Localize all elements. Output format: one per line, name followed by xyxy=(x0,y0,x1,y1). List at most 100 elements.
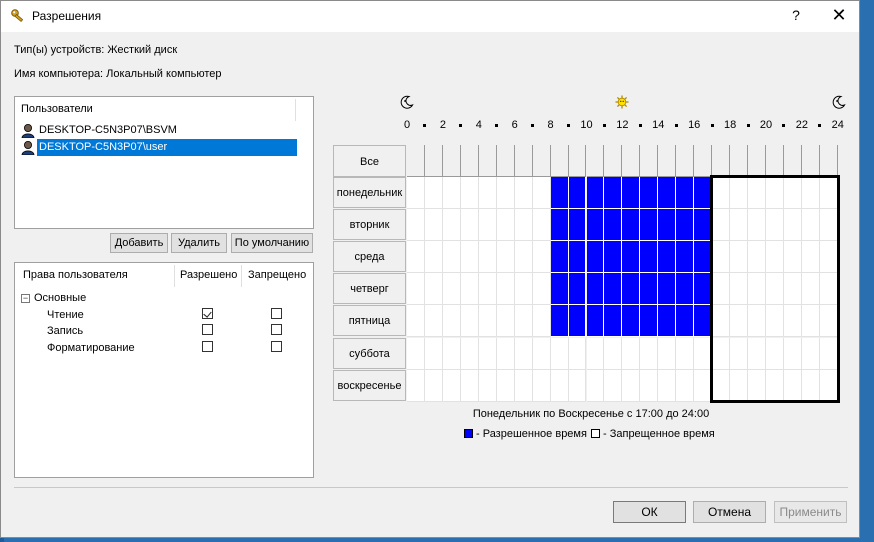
collapse-icon[interactable]: − xyxy=(21,294,30,303)
ok-button[interactable]: ОК xyxy=(613,501,686,523)
hour-cell[interactable] xyxy=(460,337,479,370)
hour-cell[interactable] xyxy=(640,337,659,370)
hour-cell[interactable] xyxy=(676,369,695,402)
hour-column-button[interactable] xyxy=(819,145,838,177)
allowed-hour-cell[interactable] xyxy=(640,273,659,306)
hour-cell[interactable] xyxy=(514,209,533,242)
hour-column-button[interactable] xyxy=(730,145,749,177)
allowed-hour-cell[interactable] xyxy=(550,305,569,338)
hour-cell[interactable] xyxy=(532,177,551,210)
allowed-hour-cell[interactable] xyxy=(586,209,605,242)
hour-cell[interactable] xyxy=(586,337,605,370)
hour-cell[interactable] xyxy=(604,369,623,402)
read-denied-checkbox[interactable] xyxy=(271,308,282,319)
hour-column-button[interactable] xyxy=(532,145,551,177)
hour-cell[interactable] xyxy=(694,369,713,402)
allowed-hour-cell[interactable] xyxy=(586,273,605,306)
allowed-hour-cell[interactable] xyxy=(550,209,569,242)
allowed-hour-cell[interactable] xyxy=(694,273,713,306)
hour-cell[interactable] xyxy=(801,273,820,306)
hour-cell[interactable] xyxy=(407,369,425,402)
hour-column-button[interactable] xyxy=(442,145,461,177)
hour-cell[interactable] xyxy=(748,273,766,306)
hour-cell[interactable] xyxy=(424,209,443,242)
add-user-button[interactable]: Добавить xyxy=(110,233,168,253)
hour-cell[interactable] xyxy=(424,337,443,370)
hour-cell[interactable] xyxy=(801,337,820,370)
hour-cell[interactable] xyxy=(460,209,479,242)
hour-cell[interactable] xyxy=(460,177,479,210)
write-allowed-checkbox[interactable] xyxy=(202,324,213,335)
allowed-hour-cell[interactable] xyxy=(586,177,605,210)
allowed-hour-cell[interactable] xyxy=(676,177,695,210)
hour-cell[interactable] xyxy=(407,177,425,210)
hour-cell[interactable] xyxy=(766,177,784,210)
hour-cell[interactable] xyxy=(766,337,784,370)
allowed-hour-cell[interactable] xyxy=(604,241,623,274)
allowed-hour-cell[interactable] xyxy=(694,241,713,274)
hour-cell[interactable] xyxy=(766,241,784,274)
hour-cell[interactable] xyxy=(748,177,766,210)
hour-cell[interactable] xyxy=(783,241,802,274)
hour-cell[interactable] xyxy=(532,241,551,274)
delete-user-button[interactable]: Удалить xyxy=(171,233,227,253)
hour-column-button[interactable] xyxy=(550,145,569,177)
allowed-hour-cell[interactable] xyxy=(622,241,641,274)
hour-cell[interactable] xyxy=(819,209,838,242)
hour-cell[interactable] xyxy=(640,369,659,402)
hour-cell[interactable] xyxy=(766,273,784,306)
allowed-hour-cell[interactable] xyxy=(550,273,569,306)
hour-cell[interactable] xyxy=(568,369,587,402)
apply-button[interactable]: Применить xyxy=(774,501,847,523)
hour-cell[interactable] xyxy=(532,305,551,338)
hour-cell[interactable] xyxy=(407,241,425,274)
allowed-hour-cell[interactable] xyxy=(622,177,641,210)
day-button[interactable]: понедельник xyxy=(333,177,406,208)
hour-cell[interactable] xyxy=(801,177,820,210)
hour-cell[interactable] xyxy=(496,305,515,338)
help-button[interactable]: ? xyxy=(789,7,803,23)
allowed-hour-cell[interactable] xyxy=(658,209,677,242)
allowed-hour-cell[interactable] xyxy=(640,177,659,210)
hour-cell[interactable] xyxy=(819,241,838,274)
allowed-hour-cell[interactable] xyxy=(694,177,713,210)
day-button[interactable]: воскресенье xyxy=(333,369,406,401)
hour-column-button[interactable] xyxy=(766,145,784,177)
hour-cell[interactable] xyxy=(712,337,731,370)
user-item-user[interactable]: DESKTOP-C5N3P07\user xyxy=(21,139,297,156)
hour-cell[interactable] xyxy=(730,177,749,210)
hour-cell[interactable] xyxy=(658,337,677,370)
hour-cell[interactable] xyxy=(712,209,731,242)
hour-cell[interactable] xyxy=(407,273,425,306)
hour-column-button[interactable] xyxy=(658,145,677,177)
hour-cell[interactable] xyxy=(801,369,820,402)
allowed-hour-cell[interactable] xyxy=(622,209,641,242)
hour-cell[interactable] xyxy=(712,241,731,274)
hour-cell[interactable] xyxy=(442,241,461,274)
hour-cell[interactable] xyxy=(550,369,569,402)
hour-cell[interactable] xyxy=(442,337,461,370)
hour-cell[interactable] xyxy=(407,209,425,242)
allowed-hour-cell[interactable] xyxy=(640,241,659,274)
allowed-hour-cell[interactable] xyxy=(658,273,677,306)
allowed-hour-cell[interactable] xyxy=(640,209,659,242)
hour-cell[interactable] xyxy=(460,305,479,338)
hour-cell[interactable] xyxy=(496,337,515,370)
hour-column-button[interactable] xyxy=(676,145,695,177)
hour-cell[interactable] xyxy=(514,177,533,210)
hour-cell[interactable] xyxy=(801,241,820,274)
format-allowed-checkbox[interactable] xyxy=(202,341,213,352)
allowed-hour-cell[interactable] xyxy=(676,305,695,338)
hour-cell[interactable] xyxy=(658,369,677,402)
hour-cell[interactable] xyxy=(496,177,515,210)
hour-cell[interactable] xyxy=(550,337,569,370)
hour-cell[interactable] xyxy=(442,305,461,338)
hour-column-button[interactable] xyxy=(568,145,587,177)
hour-cell[interactable] xyxy=(496,209,515,242)
hour-cell[interactable] xyxy=(622,369,641,402)
hour-cell[interactable] xyxy=(783,273,802,306)
hour-cell[interactable] xyxy=(424,305,443,338)
hour-cell[interactable] xyxy=(514,305,533,338)
hour-cell[interactable] xyxy=(496,273,515,306)
hour-cell[interactable] xyxy=(712,177,731,210)
